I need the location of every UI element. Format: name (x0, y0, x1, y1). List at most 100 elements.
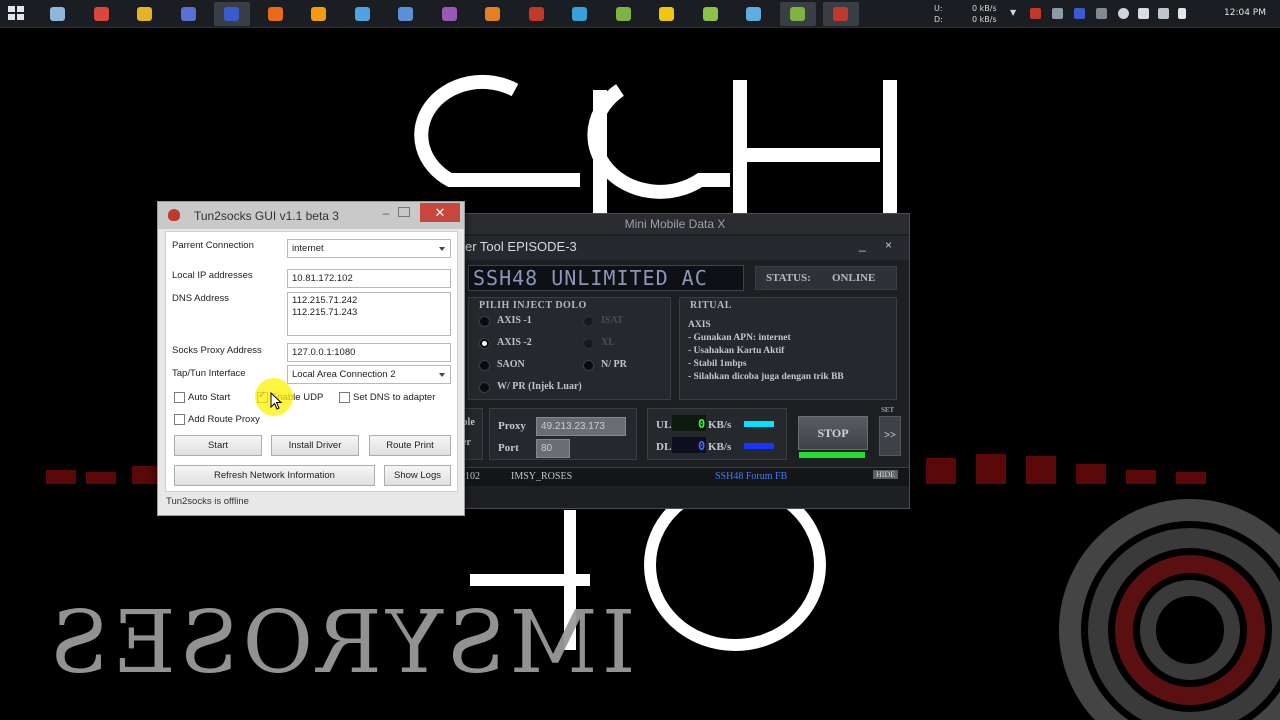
taskbar-clock[interactable]: 12:04 PM (1224, 8, 1266, 18)
option-saon[interactable]: SAON (497, 359, 525, 370)
option-axis-1[interactable]: AXIS -1 (497, 315, 532, 326)
close-button[interactable]: ✕ (420, 203, 460, 222)
minimize-button[interactable]: _ (859, 238, 866, 252)
socks-proxy-field[interactable]: 127.0.0.1:1080 (287, 343, 451, 362)
install-driver-button[interactable]: Install Driver (271, 435, 359, 456)
ritual-line: AXIS (688, 320, 711, 330)
net-down-label: D: (934, 15, 943, 24)
hide-button[interactable]: HIDE (873, 470, 899, 479)
footer-name: IMSY_ROSES (511, 471, 573, 482)
wallpaper-calendar-spiral (1059, 499, 1280, 720)
taskbar-item[interactable] (40, 2, 76, 26)
radio-axis-1[interactable] (479, 316, 490, 327)
mini-mobile-title: Mini Mobile Data X (441, 214, 909, 234)
ritual-line: - Gunakan APN: internet (688, 333, 791, 343)
taskbar-item[interactable] (388, 2, 424, 26)
windows-start-icon[interactable] (8, 6, 26, 22)
local-ip-field[interactable]: 10.81.172.102 (287, 269, 451, 288)
refresh-network-button[interactable]: Refresh Network Information (174, 465, 375, 486)
mini-mobile-toolbar: er Tool EPISODE-3 _ × (441, 236, 909, 260)
taskbar-item[interactable] (171, 2, 207, 26)
taskbar-item[interactable] (127, 2, 163, 26)
port-label: Port (498, 442, 519, 454)
local-ip-label: Local IP addresses (172, 270, 253, 281)
net-up-value: 0 kB/s (972, 4, 997, 13)
option-xl[interactable]: XL (601, 337, 615, 348)
taskbar-item[interactable] (736, 2, 772, 26)
tun2socks-app-icon (168, 209, 180, 221)
auto-start-checkbox[interactable] (174, 392, 185, 403)
footer-left: 102 (465, 471, 480, 482)
start-button[interactable]: Start (174, 435, 262, 456)
tray-app-box-icon[interactable] (1096, 8, 1107, 19)
status-label: STATUS: (766, 272, 811, 284)
expand-button[interactable]: >> (879, 416, 901, 456)
tray-app-gray-icon[interactable] (1052, 8, 1063, 19)
parent-connection-label: Parrent Connection (172, 240, 254, 251)
status-box: STATUS: ONLINE (755, 266, 897, 290)
auto-start-label[interactable]: Auto Start (188, 392, 230, 403)
ritual-line: - Usahakan Kartu Aktif (688, 346, 785, 356)
taskbar-item[interactable] (519, 2, 555, 26)
radio-npr[interactable] (583, 360, 594, 371)
ritual-panel-title: RITUAL (690, 300, 732, 311)
taskbar-item[interactable] (214, 2, 250, 26)
speed-panel: UL 0 KB/s DL 0 KB/s (647, 408, 787, 460)
parent-connection-select[interactable]: internet (287, 239, 451, 258)
option-isat[interactable]: ISAT (601, 315, 624, 326)
u-app-icon (224, 7, 239, 21)
maximize-button[interactable] (398, 207, 410, 217)
radio-saon[interactable] (479, 360, 490, 371)
taskbar-item[interactable] (562, 2, 598, 26)
radio-wpr[interactable] (479, 382, 490, 393)
tray-flag-icon[interactable] (1138, 8, 1149, 19)
ul-bar (744, 421, 774, 427)
radio-axis-2[interactable] (479, 338, 490, 349)
set-dns-label[interactable]: Set DNS to adapter (353, 392, 435, 403)
taskbar-item[interactable] (693, 2, 729, 26)
net-up-label: U: (934, 4, 943, 13)
show-logs-button[interactable]: Show Logs (384, 465, 451, 486)
set-dns-checkbox[interactable] (339, 392, 350, 403)
minimize-button[interactable]: – (376, 207, 396, 221)
forum-link[interactable]: SSH48 Forum FB (715, 471, 787, 482)
taskbar-item[interactable] (649, 2, 685, 26)
tap-tun-select[interactable]: Local Area Connection 2 (287, 365, 451, 384)
add-route-checkbox[interactable] (174, 414, 185, 425)
tray-app-u-icon[interactable] (1074, 8, 1085, 19)
taskbar-item[interactable] (475, 2, 511, 26)
taskbar-item[interactable] (606, 2, 642, 26)
tray-app-red-icon[interactable] (1030, 8, 1041, 19)
tray-volume-icon[interactable] (1178, 8, 1186, 19)
tun2socks-window: Tun2socks GUI v1.1 beta 3 – ✕ Parrent Co… (157, 201, 465, 516)
route-print-button[interactable]: Route Print (369, 435, 451, 456)
option-wpr[interactable]: W/ PR (Injek Luar) (497, 381, 582, 392)
proxy-label: Proxy (498, 420, 526, 432)
taskbar-item[interactable] (779, 2, 816, 26)
taskbar-item[interactable] (823, 2, 859, 26)
orange-app-icon (311, 7, 326, 21)
tray-network-icon[interactable] (1118, 8, 1129, 19)
option-npr[interactable]: N/ PR (601, 359, 627, 370)
red-app-icon (528, 7, 544, 21)
dns-address-field[interactable]: 112.215.71.242 112.215.71.243 (287, 292, 451, 336)
proxy-panel: Proxy 49.213.23.173 Port 80 (489, 408, 637, 460)
tap-tun-label: Tap/Tun Interface (172, 368, 246, 379)
add-route-label[interactable]: Add Route Proxy (188, 414, 260, 425)
close-button[interactable]: × (885, 238, 892, 252)
radio-xl[interactable] (583, 338, 594, 349)
proxy-field[interactable]: 49.213.23.173 (536, 417, 626, 436)
taskbar-item[interactable] (301, 2, 337, 26)
tray-overflow-icon[interactable]: ▼ (1010, 8, 1016, 17)
globe-app-icon (398, 7, 413, 21)
taskbar-item[interactable] (258, 2, 294, 26)
taskbar-item[interactable] (432, 2, 468, 26)
taskbar-item[interactable] (84, 2, 120, 26)
port-field[interactable]: 80 (536, 439, 570, 458)
radio-isat[interactable] (583, 316, 594, 327)
option-axis-2[interactable]: AXIS -2 (497, 337, 532, 348)
tray-signal-icon[interactable] (1158, 8, 1169, 19)
taskbar-item[interactable] (345, 2, 381, 26)
paint-app-icon (746, 7, 761, 21)
stop-button[interactable]: STOP (798, 416, 868, 450)
